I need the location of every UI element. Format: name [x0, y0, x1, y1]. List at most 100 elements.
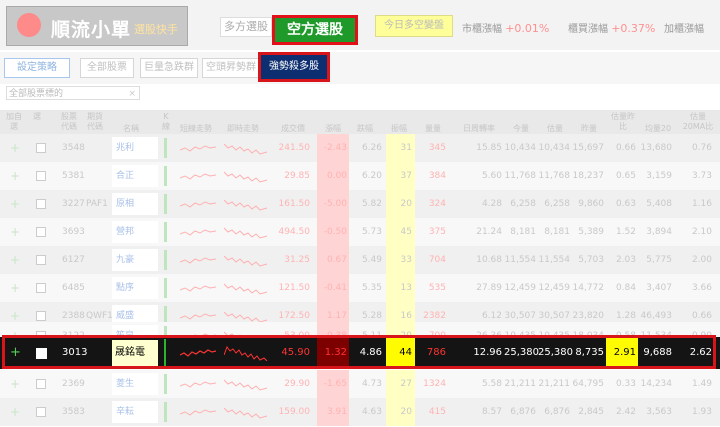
cell-ma: 1.16 — [691, 199, 712, 209]
table-row[interactable]: + 辛耘 3583 159.00 3.91 4.63 20 415 8.57 6,876 6,876… — [0, 398, 720, 426]
market-value-1: +0.01% — [505, 22, 550, 35]
cell-ma: 3.73 — [691, 171, 712, 181]
cell-drop: 6.20 — [361, 171, 382, 181]
row-checkbox[interactable] — [36, 171, 46, 181]
app-title: 順流小單 — [51, 19, 132, 41]
col-kline: K線 — [162, 112, 170, 131]
add-watchlist-button[interactable]: + — [10, 274, 20, 302]
col-short-trend: 短線走勢 — [180, 124, 212, 133]
col-select[interactable]: 選 — [30, 112, 44, 122]
col-ma20-ratio[interactable]: 估量20MA比 — [680, 112, 716, 132]
cell-avg: 3,159 — [646, 171, 672, 181]
col-drop[interactable]: 跌幅 — [352, 124, 378, 134]
add-watchlist-button[interactable]: + — [10, 190, 20, 218]
col-price[interactable]: 成交價 — [276, 124, 310, 134]
cell-chg: -0.41 — [323, 283, 347, 293]
cell-code: 3227 — [62, 199, 85, 209]
cell-code: 6485 — [62, 283, 85, 293]
stock-name[interactable]: 營邦 — [112, 221, 158, 243]
tab-long-picks[interactable]: 多方選股 — [220, 17, 272, 37]
col-futures[interactable]: 期貨代碼 — [84, 112, 106, 132]
stock-name[interactable]: 合正 — [112, 165, 158, 187]
row-checkbox[interactable] — [36, 255, 46, 265]
stock-selector[interactable]: 全部股票標的 × — [6, 86, 140, 100]
cell-turn: 21.24 — [476, 227, 502, 237]
strategy-button[interactable]: 設定策略 — [4, 58, 70, 78]
kline-icon — [164, 402, 167, 422]
stock-name[interactable]: 九豪 — [112, 249, 158, 271]
cell-chg: -1.65 — [323, 379, 347, 389]
col-yday-vol[interactable]: 昨量 — [574, 124, 604, 134]
add-watchlist-button[interactable]: + — [10, 370, 20, 398]
tab-short-picks[interactable]: 空方選股 — [272, 15, 358, 45]
row-checkbox[interactable] — [36, 199, 46, 209]
kline-icon — [164, 374, 167, 394]
table-row[interactable]: + 原相 3227 PAF1 161.50 -5.00 5.82 20 324 4.28 6,258… — [0, 190, 720, 218]
table-row[interactable]: + 合正 5381 29.85 0.00 6.20 37 384 5.60 11,768 11,76… — [0, 162, 720, 190]
add-watchlist-button[interactable]: + — [10, 134, 20, 162]
add-watchlist-button[interactable]: + — [10, 246, 20, 274]
cell-avg: 5,408 — [646, 199, 672, 209]
clear-icon[interactable]: × — [128, 87, 136, 101]
table-row[interactable]: + 營邦 3693 494.50 -0.50 5.73 45 375 21.24 8,181 8,1… — [0, 218, 720, 246]
col-code[interactable]: 股票代碼 — [58, 112, 80, 132]
col-amplitude[interactable]: 振幅 — [386, 124, 412, 134]
stock-name[interactable]: 兆利 — [112, 137, 158, 159]
cell-price: 161.50 — [278, 199, 311, 209]
cell-chg: 0.00 — [326, 171, 347, 181]
col-change[interactable]: 漲幅 — [320, 124, 346, 134]
filter-heavy-drop[interactable]: 巨量急跌群 — [140, 58, 198, 78]
short-trend-sparkline — [180, 229, 217, 236]
add-watchlist-button[interactable]: + — [10, 218, 20, 246]
cell-vol: 324 — [428, 199, 446, 209]
stock-name[interactable]: 辛耘 — [112, 401, 158, 423]
stock-name[interactable]: 原相 — [112, 193, 158, 215]
col-avg20[interactable]: 均量20 — [640, 124, 676, 134]
cell-chg: -2.43 — [323, 143, 347, 153]
col-turnover[interactable]: 日周轉率 — [454, 124, 504, 134]
filter-all-stocks[interactable]: 全部股票 — [80, 58, 134, 78]
cell-drop: 4.73 — [361, 379, 382, 389]
col-volume[interactable]: 量量 — [420, 124, 446, 134]
filter-bear-trend[interactable]: 空頭昇勢群 — [202, 58, 260, 78]
cell-amp: 13 — [400, 283, 412, 293]
cell-turn: 5.60 — [481, 171, 502, 181]
cell-code: 5381 — [62, 171, 85, 181]
cell-est: 21,211 — [538, 379, 571, 389]
col-est-ratio[interactable]: 估量昨比 — [608, 112, 638, 132]
stock-name[interactable]: 點序 — [112, 277, 158, 299]
table-row[interactable]: + 九豪 6127 31.25 0.67 5.49 33 704 10.68 11,554 11,5… — [0, 246, 720, 274]
cell-avg: 3,894 — [646, 227, 672, 237]
today-trend-button[interactable]: 今日多空變盤 — [375, 15, 453, 37]
col-live-trend: 即時走勢 — [227, 124, 259, 133]
live-trend-sparkline — [224, 227, 268, 239]
cell-est: 11,554 — [538, 255, 571, 265]
row-checkbox[interactable] — [36, 407, 46, 417]
filter-strong-short[interactable]: 強勢殺多股 — [258, 52, 330, 82]
row-checkbox[interactable] — [36, 227, 46, 237]
row-checkbox[interactable] — [36, 283, 46, 293]
cell-est: 8,181 — [544, 227, 570, 237]
col-name[interactable]: 名稱 — [120, 124, 142, 134]
add-watchlist-button[interactable]: + — [10, 398, 20, 426]
row-checkbox[interactable] — [36, 379, 46, 389]
row-checkbox[interactable] — [36, 311, 46, 321]
row-checkbox[interactable] — [36, 143, 46, 153]
cell-amp: 20 — [400, 199, 412, 209]
cell-est: 12,459 — [538, 283, 571, 293]
cell-est: 6,258 — [544, 199, 570, 209]
cell-avg: 5,775 — [646, 255, 672, 265]
cell-yday: 5,389 — [578, 227, 604, 237]
table-row[interactable]: + 兆利 3548 241.50 -2.43 6.26 31 345 15.85 10,434 10… — [0, 134, 720, 162]
stock-name[interactable]: 菱生 — [112, 373, 158, 395]
cell-est: 6,876 — [544, 407, 570, 417]
cell-drop: 6.26 — [361, 143, 382, 153]
table-row[interactable]: + 點序 6485 121.50 -0.41 5.35 13 535 27.89 12,459 12… — [0, 274, 720, 302]
cell-chg: 3.91 — [326, 407, 347, 417]
col-today-vol[interactable]: 今量 — [506, 124, 536, 134]
market-label-2: 櫃買漲幅 — [568, 24, 608, 35]
cell-today: 21,211 — [504, 379, 537, 389]
add-watchlist-button[interactable]: + — [10, 162, 20, 190]
col-est-vol[interactable]: 估量 — [540, 124, 570, 134]
table-row[interactable]: + 菱生 2369 29.90 -1.65 4.73 27 1324 5.58 21,211 21,… — [0, 370, 720, 398]
